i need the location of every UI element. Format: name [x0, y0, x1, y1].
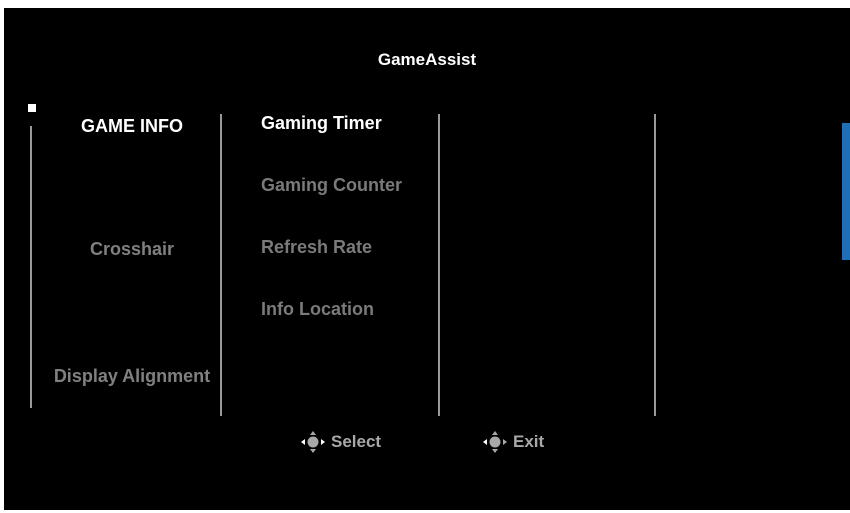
- category-display-alignment[interactable]: Display Alignment: [34, 366, 230, 387]
- select-label: Select: [331, 432, 382, 451]
- column-divider: [220, 114, 222, 416]
- select-hint: Select: [300, 430, 381, 454]
- exit-label: Exit: [513, 432, 545, 451]
- item-gaming-timer[interactable]: Gaming Timer: [261, 113, 382, 134]
- item-info-location[interactable]: Info Location: [261, 299, 374, 320]
- column-divider: [438, 114, 440, 416]
- item-refresh-rate[interactable]: Refresh Rate: [261, 237, 372, 258]
- joystick-icon: [301, 431, 325, 453]
- category-scroll-track: [30, 126, 32, 408]
- category-crosshair[interactable]: Crosshair: [34, 239, 230, 260]
- osd-menu: GameAssist GAME INFO Crosshair Display A…: [4, 8, 850, 510]
- joystick-icon: [483, 431, 507, 453]
- scroll-position-marker: [28, 104, 36, 112]
- scroll-indicator-bar: [842, 123, 850, 260]
- item-gaming-counter[interactable]: Gaming Counter: [261, 175, 402, 196]
- column-divider: [654, 114, 656, 416]
- category-game-info[interactable]: GAME INFO: [34, 116, 230, 137]
- exit-hint: Exit: [482, 430, 544, 454]
- menu-title: GameAssist: [377, 50, 477, 69]
